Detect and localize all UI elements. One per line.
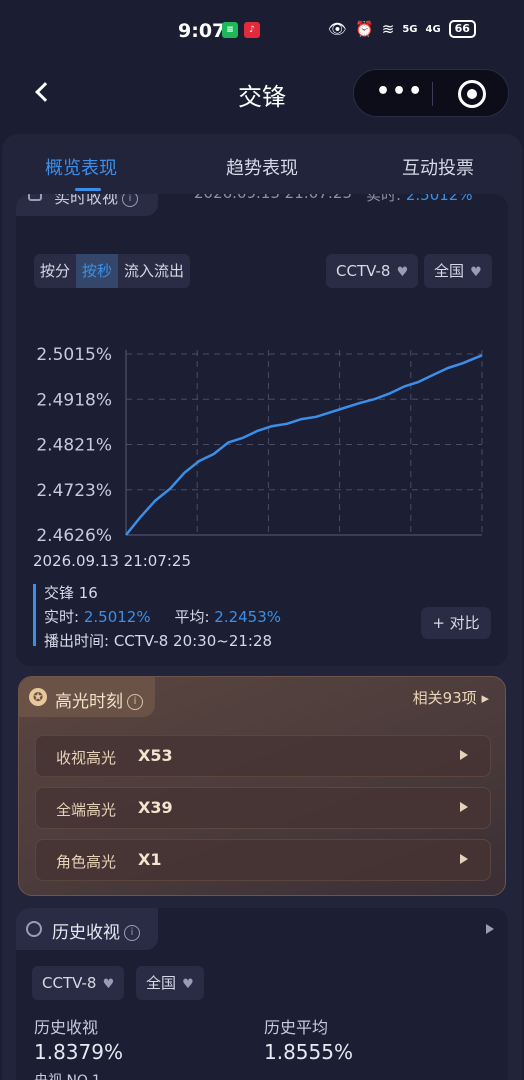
wifi-icon: ≋ (381, 20, 395, 38)
series-marker (33, 584, 36, 646)
play-arrow-icon[interactable] (486, 924, 494, 934)
y-tick-label: 2.4918% (36, 390, 112, 410)
realtime-title: 实时收视 (54, 194, 119, 207)
mode-segmented-control: 按分 按秒 流入流出 (34, 254, 191, 288)
highlights-card: ✪ 高光时刻 i 相关93项 ▸ 收视高光 X53 全端高光 X39 角色高光 X… (18, 676, 506, 896)
dropdown-caret-icon: ♥ (466, 265, 482, 280)
signal-4g-icon: 4G (425, 23, 441, 35)
chart-date: 2026.09.13 21:07:25 (33, 552, 192, 570)
status-bar: 9:07 ≡ ♪ 👁 ⏰ ≋ 5G 4G 66 (0, 0, 524, 62)
more-button[interactable]: ••• (376, 81, 424, 103)
y-tick-label: 2.4723% (36, 481, 112, 501)
air-time: 播出时间: CCTV-8 20:30~21:28 (44, 632, 273, 650)
battery-icon: 66 (448, 20, 476, 38)
status-icons: 👁 ⏰ ≋ 5G 4G 66 (328, 20, 476, 38)
highlight-row-all-platforms[interactable]: 全端高光 X39 (35, 787, 491, 829)
play-arrow-icon (460, 802, 468, 812)
play-arrow-icon (460, 854, 468, 864)
mode-by-second[interactable]: 按秒 (76, 254, 119, 288)
mode-by-minute[interactable]: 按分 (34, 254, 76, 288)
realtime-avg-row: 实时: 2.5012% 平均: 2.2453% (44, 608, 282, 626)
eye-icon: 👁 (328, 20, 348, 38)
tab-interactive-vote[interactable]: 互动投票 (402, 154, 474, 180)
dropdown-caret-icon: ♥ (98, 977, 115, 992)
info-icon[interactable]: i (122, 194, 139, 207)
highlight-row-character[interactable]: 角色高光 X1 (35, 839, 491, 881)
signal-5g-icon: 5G (402, 23, 418, 35)
history-channel-dropdown[interactable]: CCTV-8 ♥ (32, 966, 125, 1000)
tab-active-indicator (75, 188, 101, 191)
capsule-divider (432, 82, 433, 106)
tab-bar: 概览表现 趋势表现 互动投票 (2, 134, 522, 200)
realtime-ratings-card: 实时收视i 2026.09.13 21:07:25 实时: 2.5012% 按分… (16, 194, 508, 666)
y-tick-label: 2.5015% (36, 345, 112, 365)
info-icon[interactable]: i (127, 694, 143, 710)
history-rank-text: 央视 NO.1 (34, 1070, 101, 1080)
status-time: 9:07 (178, 20, 226, 42)
highlights-related-link[interactable]: 相关93项 ▸ (413, 687, 489, 708)
dropdown-caret-icon: ♥ (178, 977, 194, 992)
history-ratings-value: 1.8379% (34, 1040, 123, 1064)
miniprogram-capsule: ••• (353, 69, 509, 117)
program-name: 交锋 16 (44, 584, 98, 602)
history-ratings-label: 历史收视 (34, 1018, 99, 1037)
alarm-icon: ⏰ (355, 20, 374, 38)
channel-dropdown[interactable]: CCTV-8 ♥ (326, 254, 419, 288)
highlight-row-ratings[interactable]: 收视高光 X53 (35, 735, 491, 777)
region-dropdown[interactable]: 全国 ♥ (424, 254, 492, 288)
history-ratings-card: 历史收视 i CCTV-8 ♥ 全国 ♥ 历史收视 1.8379% 历史平均 1.… (16, 908, 508, 1080)
realtime-header: 实时收视i 2026.09.13 21:07:25 实时: 2.5012% (16, 194, 508, 216)
main-content: 概览表现 趋势表现 互动投票 实时收视i 2026.09.13 21:07:25… (2, 134, 522, 1080)
tab-trend[interactable]: 趋势表现 (226, 154, 298, 180)
y-tick-label: 2.4821% (36, 436, 112, 456)
y-tick-label: 2.4626% (36, 526, 112, 544)
nav-bar: 交锋 ••• (0, 62, 524, 124)
history-average-value: 1.8555% (264, 1040, 353, 1064)
play-arrow-icon: ▸ (481, 689, 489, 707)
play-arrow-icon (460, 750, 468, 760)
info-icon[interactable]: i (124, 925, 140, 941)
highlights-title: 高光时刻 (55, 692, 123, 712)
history-title: 历史收视 (52, 923, 120, 943)
app-notification-icon: ≡ (222, 22, 238, 38)
history-average-label: 历史平均 (264, 1018, 329, 1037)
compare-button[interactable]: + 对比 (421, 607, 491, 639)
dropdown-caret-icon: ♥ (392, 265, 409, 280)
badge-icon: ✪ (29, 688, 47, 706)
realtime-timestamp: 2026.09.13 21:07:25 (194, 194, 352, 202)
series-line (125, 354, 483, 536)
history-region-dropdown[interactable]: 全国 ♥ (136, 966, 204, 1000)
realtime-value-header: 实时: 2.5012% (366, 194, 473, 204)
tv-icon (28, 194, 42, 201)
close-miniprogram-icon[interactable] (458, 80, 486, 108)
music-app-notification-icon: ♪ (244, 22, 260, 38)
realtime-line-chart: 2.5015%2.4918%2.4821%2.4723%2.4626%06:25… (36, 345, 483, 544)
tab-overview[interactable]: 概览表现 (45, 154, 117, 180)
history-icon (26, 921, 42, 937)
mode-inflow-outflow[interactable]: 流入流出 (118, 254, 190, 288)
